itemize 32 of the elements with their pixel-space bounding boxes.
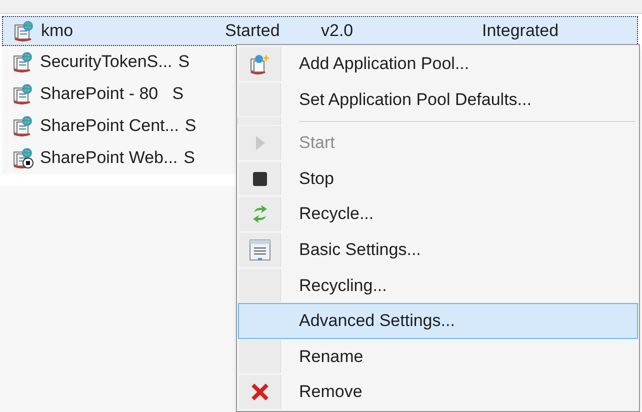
play-icon — [254, 134, 266, 151]
app-pool-row[interactable]: SharePoint - 80 S — [2, 78, 236, 110]
stop-icon — [252, 170, 268, 187]
add-pool-icon — [248, 52, 270, 75]
table-cell-text: Integrated — [482, 20, 560, 42]
menu-item[interactable]: Remove — [238, 374, 638, 410]
menu-item[interactable]: Set Application Pool Defaults... — [238, 82, 638, 118]
menu-item[interactable]: Recycling... — [238, 268, 638, 304]
table-cell-text: S — [178, 51, 191, 74]
table-cell-text: S — [172, 83, 185, 106]
pool-name: SharePoint - 80 — [40, 83, 160, 106]
app-pool-row[interactable]: SharePoint Cent... S — [2, 110, 236, 142]
table-cell-text: S — [184, 147, 196, 170]
app-pool-row[interactable]: SecurityTokenS... S — [2, 46, 236, 78]
menu-item[interactable]: Basic Settings... — [238, 232, 638, 268]
table-cell-text: Started — [225, 20, 281, 42]
table-cell-text: v2.0 — [321, 20, 354, 42]
pool-name: SharePoint Cent... — [40, 115, 179, 138]
pool-name: kmo — [41, 20, 74, 42]
menu-item[interactable]: Rename — [238, 338, 638, 374]
menu-item[interactable]: Advanced Settings... — [238, 303, 638, 339]
menu-item[interactable]: Add Application Pool... — [238, 46, 638, 82]
recycle-icon — [252, 204, 268, 224]
menu-item[interactable]: Recycle... — [238, 196, 638, 232]
pool-name: SecurityTokenS... — [40, 51, 172, 74]
menu-item[interactable]: Stop — [238, 160, 638, 196]
app-pool-row[interactable]: kmo Started v2.0 Integrated — [2, 16, 638, 46]
pool-name: SharePoint Web... — [40, 147, 178, 170]
remove-icon — [250, 383, 268, 402]
app-pool-row[interactable]: SharePoint Web... S — [2, 142, 236, 174]
settings-window-icon — [248, 238, 270, 261]
table-cell-text: S — [184, 115, 198, 138]
